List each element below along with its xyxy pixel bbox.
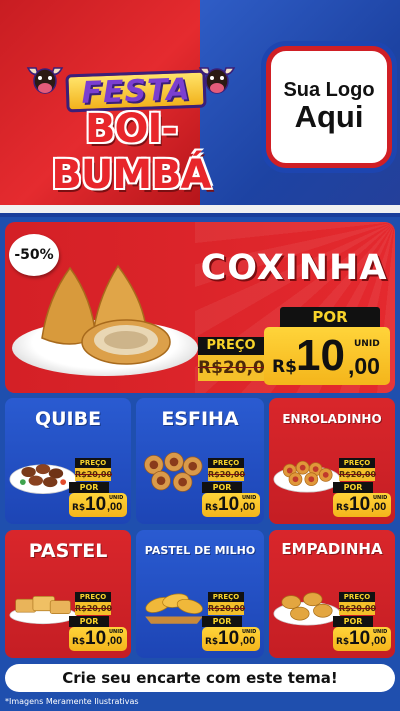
price-integer: 10 (218, 494, 240, 515)
new-price: R$ 10 UNID ,00 (333, 493, 391, 517)
cta-text: Crie seu encarte com este tema! (62, 669, 338, 687)
currency-symbol: R$ (205, 637, 219, 647)
por-label: POR (202, 616, 242, 627)
por-label: POR (280, 307, 380, 327)
currency-symbol: R$ (336, 503, 350, 513)
currency-symbol: R$ (272, 357, 297, 377)
new-price: R$ 10 UNID ,00 (69, 627, 127, 651)
product-price-tag: PREÇO R$20,00 POR R$ 10 UNID ,00 (202, 592, 260, 654)
old-price: R$20,00 (198, 355, 277, 381)
product-price-tag: PREÇO R$20,00 POR R$ 10 UNID ,00 (333, 458, 391, 520)
preco-label: PREÇO (75, 458, 111, 468)
preco-label: PREÇO (208, 592, 244, 602)
currency-symbol: R$ (336, 637, 350, 647)
product-tile: PASTEL PREÇO R$20,00 POR R$ 10 UNID ,00 (5, 530, 131, 658)
disclaimer-text: *Imagens Meramente Ilustrativas (5, 697, 139, 706)
header-banner: FESTA BOI-BUMBÁ Sua Logo Aqui (0, 0, 400, 205)
product-name: ESFIHA (161, 408, 239, 430)
product-image (144, 452, 203, 492)
old-price: R$20,00 (208, 468, 246, 481)
logo-line-2: Aqui (294, 99, 364, 135)
product-name: QUIBE (34, 408, 102, 430)
por-label: POR (69, 616, 109, 627)
product-name: EMPADINHA (281, 540, 383, 558)
preco-label: PREÇO (339, 458, 375, 468)
price-cents: ,00 (240, 635, 256, 647)
festa-text: FESTA (80, 71, 192, 111)
festa-boi-bumba-logo: FESTA BOI-BUMBÁ (8, 62, 254, 198)
new-price: R$ 10 UNID ,00 (202, 493, 260, 517)
price-integer: 10 (349, 494, 371, 515)
price-integer: 10 (85, 494, 107, 515)
featured-product-name: COXINHA (200, 248, 388, 288)
old-price: R$20,00 (339, 602, 377, 615)
product-tile: EMPADINHA PREÇO R$20,00 POR R$ 10 UNID ,… (269, 530, 395, 658)
bull-head-icon (26, 67, 64, 94)
divider-band (0, 213, 400, 217)
preco-label: PREÇO (75, 592, 111, 602)
price-cents: ,00 (348, 353, 380, 379)
old-price: R$20,00 (208, 602, 246, 615)
new-price: R$ 10 UNID ,00 (264, 327, 390, 385)
new-price: R$ 10 UNID ,00 (333, 627, 391, 651)
price-integer: 10 (296, 331, 345, 380)
por-label: POR (69, 482, 109, 493)
product-name: PASTEL (28, 540, 108, 562)
price-cents: ,00 (371, 635, 387, 647)
new-price: R$ 10 UNID ,00 (69, 493, 127, 517)
price-cents: ,00 (107, 501, 123, 513)
currency-symbol: R$ (205, 503, 219, 513)
price-cents: ,00 (371, 501, 387, 513)
old-price: R$20,00 (75, 602, 113, 615)
price-integer: 10 (85, 628, 107, 649)
boi-bumba-text: BOI-BUMBÁ (51, 106, 211, 198)
logo-line-1: Sua Logo (283, 79, 375, 102)
product-name: ENROLADINHO (282, 412, 382, 426)
product-name: PASTEL DE MILHO (144, 544, 256, 557)
por-label: POR (202, 482, 242, 493)
price-integer: 10 (218, 628, 240, 649)
cta-bar: Crie seu encarte com este tema! (5, 664, 395, 692)
por-label: POR (333, 616, 373, 627)
currency-symbol: R$ (72, 503, 86, 513)
bull-head-icon (198, 67, 236, 94)
preco-label: PREÇO (198, 337, 264, 355)
preco-label: PREÇO (208, 458, 244, 468)
old-price: R$20,00 (75, 468, 113, 481)
price-cents: ,00 (107, 635, 123, 647)
currency-symbol: R$ (72, 637, 86, 647)
product-tile: ESFIHA PREÇO R$20,00 POR R$ 10 UNID ,00 (136, 398, 264, 524)
product-image (145, 593, 203, 624)
divider-band (0, 205, 400, 213)
store-logo-placeholder: Sua Logo Aqui (266, 46, 392, 168)
product-price-tag: PREÇO R$20,00 POR R$ 10 UNID ,00 (333, 592, 391, 654)
product-price-tag: PREÇO R$20,00 POR R$ 10 UNID ,00 (69, 592, 127, 654)
new-price: R$ 10 UNID ,00 (202, 627, 260, 651)
preco-label: PREÇO (339, 592, 375, 602)
coxinha-image (41, 264, 171, 365)
price-cents: ,00 (240, 501, 256, 513)
unit-label: UNID (354, 339, 380, 349)
product-tile: ENROLADINHO PREÇO R$20,00 POR R$ 10 UNID… (269, 398, 395, 524)
product-price-tag: PREÇO R$20,00 POR R$ 10 UNID ,00 (69, 458, 127, 520)
por-label: POR (333, 482, 373, 493)
product-price-tag: PREÇO R$20,00 POR R$ 10 UNID ,00 (202, 458, 260, 520)
price-integer: 10 (349, 628, 371, 649)
old-price: R$20,00 (339, 468, 377, 481)
product-tile: QUIBE PREÇO R$20,00 POR R$ 10 UNID ,00 (5, 398, 131, 524)
product-tile: PASTEL DE MILHO PREÇO R$20,00 POR R$ 10 … (136, 530, 264, 658)
featured-price-tag: POR PREÇO R$20,00 R$ 10 UNID ,00 (198, 307, 390, 387)
